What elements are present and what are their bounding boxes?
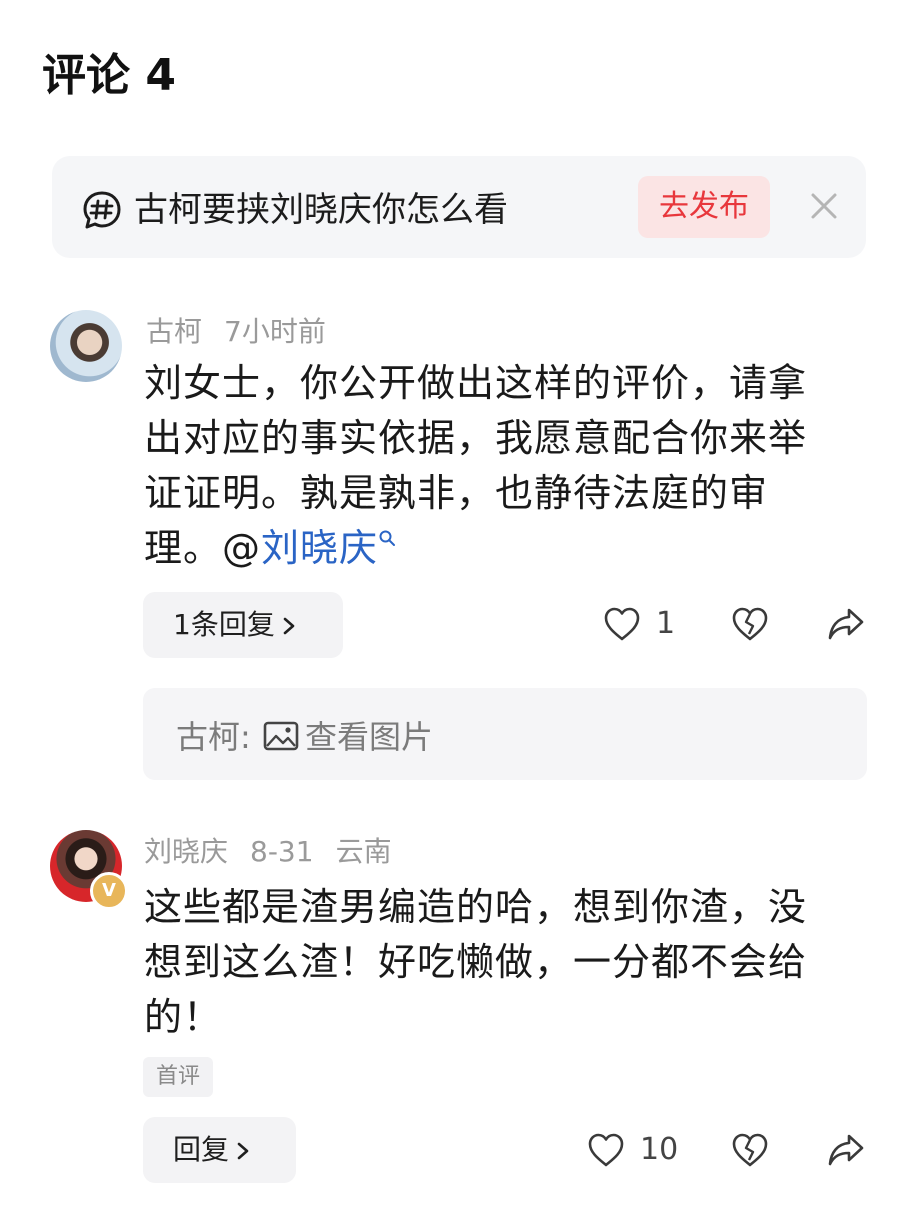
comment-line: 证证明。孰是孰非，也静待法庭的审 <box>144 471 769 515</box>
sub-reply-text[interactable]: 古柯: 查看图片 <box>176 714 433 760</box>
share-icon[interactable] <box>826 1130 866 1170</box>
chevron-right-icon <box>237 1142 249 1160</box>
comment-author[interactable]: 刘晓庆 <box>144 835 228 868</box>
comment-line: 出对应的事实依据，我愿意配合你来举 <box>144 416 808 460</box>
dislike-icon[interactable] <box>730 604 770 644</box>
comment-author[interactable]: 古柯 <box>146 315 202 348</box>
dislike-icon[interactable] <box>730 1130 770 1170</box>
comment-line: 想到这么渣！好吃懒做，一分都不会给 <box>144 940 808 984</box>
close-icon[interactable] <box>806 188 842 224</box>
comment-line-prefix: 理。@ <box>144 526 262 570</box>
comment-line: 刘女士，你公开做出这样的评价，请拿 <box>144 361 808 405</box>
like-icon[interactable] <box>602 604 642 644</box>
reply-button[interactable]: 回复 <box>143 1117 296 1183</box>
comment-body: 刘女士，你公开做出这样的评价，请拿 出对应的事实依据，我愿意配合你来举 证证明。… <box>144 356 844 576</box>
comment-meta: 刘晓庆 8-31 云南 <box>144 832 414 872</box>
comment-location: 云南 <box>335 835 392 868</box>
like-icon[interactable] <box>586 1130 626 1170</box>
page-title: 评论 4 <box>42 50 176 101</box>
mention-link[interactable]: 刘晓庆 <box>261 526 378 570</box>
search-icon <box>379 530 396 547</box>
publish-button[interactable]: 去发布 <box>638 176 770 238</box>
reply-label: 回复 <box>173 1133 230 1166</box>
share-icon[interactable] <box>826 604 866 644</box>
image-icon <box>263 721 299 751</box>
chevron-right-icon <box>283 617 295 635</box>
first-comment-tag: 首评 <box>143 1057 213 1097</box>
comment-meta: 古柯 7小时前 <box>146 312 348 352</box>
like-count: 10 <box>640 1132 679 1167</box>
reply-count-label: 1条回复 <box>173 608 275 641</box>
like-count: 1 <box>656 606 676 641</box>
comment-time: 8-31 <box>250 835 314 868</box>
comment-line: 这些都是渣男编造的哈，想到你渣，没 <box>144 885 808 929</box>
comment-body: 这些都是渣男编造的哈，想到你渣，没 想到这么渣！好吃懒做，一分都不会给 的！ <box>144 880 844 1045</box>
hashtag-icon <box>83 191 121 229</box>
comment-line: 的！ <box>144 995 223 1039</box>
topic-text[interactable]: 古柯要挟刘晓庆你怎么看 <box>134 186 508 234</box>
avatar[interactable] <box>50 310 122 382</box>
view-replies-button[interactable]: 1条回复 <box>143 592 343 658</box>
comment-time: 7小时前 <box>224 315 326 348</box>
sub-reply-author: 古柯: <box>176 718 251 756</box>
comment-line: 理。@刘晓庆 <box>144 521 844 576</box>
view-image-link[interactable]: 查看图片 <box>305 718 433 756</box>
verified-badge: V <box>90 872 128 910</box>
